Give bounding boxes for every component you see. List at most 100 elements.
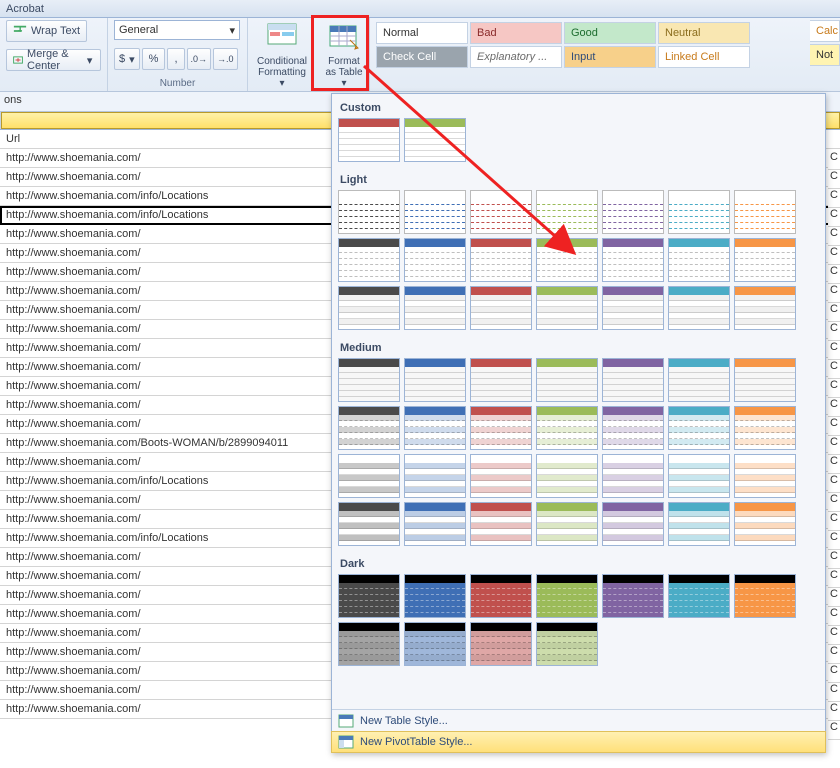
table-style-swatch[interactable] [536, 454, 598, 498]
style-normal[interactable]: Normal [376, 22, 468, 44]
table-style-swatch[interactable] [668, 574, 730, 618]
table-style-swatch[interactable] [404, 406, 466, 450]
table-style-swatch[interactable] [470, 358, 532, 402]
gallery-section-label: Medium [338, 338, 807, 356]
conditional-formatting-button[interactable]: Conditional Formatting ▾ [254, 20, 310, 89]
table-style-swatch[interactable] [470, 286, 532, 330]
currency-button[interactable]: $▾ [114, 48, 140, 70]
decrease-decimal-button[interactable]: →.0 [213, 48, 238, 70]
peek-cell: C [828, 322, 840, 341]
increase-decimal-button[interactable]: .0→ [187, 48, 212, 70]
table-style-swatch[interactable] [602, 358, 664, 402]
format-as-table-button[interactable]: Format as Table ▾ [316, 20, 372, 89]
table-style-swatch[interactable] [338, 406, 400, 450]
wrap-text-icon [13, 24, 27, 38]
table-style-swatch[interactable] [602, 286, 664, 330]
peek-cell: C [828, 588, 840, 607]
table-style-swatch[interactable] [338, 286, 400, 330]
gallery-footer: New Table Style... New PivotTable Style.… [332, 709, 825, 752]
new-pivottable-style-button[interactable]: New PivotTable Style... [331, 731, 826, 753]
table-style-swatch[interactable] [668, 406, 730, 450]
number-format-select[interactable]: General ▾ [114, 20, 240, 40]
table-style-swatch[interactable] [470, 502, 532, 546]
table-style-swatch[interactable] [668, 454, 730, 498]
table-style-swatch[interactable] [734, 190, 796, 234]
table-style-swatch[interactable] [536, 238, 598, 282]
style-neutral[interactable]: Neutral [658, 22, 750, 44]
peek-cell: C [828, 645, 840, 664]
table-style-swatch[interactable] [338, 238, 400, 282]
table-style-swatch[interactable] [536, 190, 598, 234]
table-style-swatch[interactable] [470, 454, 532, 498]
peek-cell: C [828, 455, 840, 474]
table-style-swatch[interactable] [668, 190, 730, 234]
table-style-swatch[interactable] [734, 358, 796, 402]
table-style-swatch[interactable] [404, 358, 466, 402]
table-style-swatch[interactable] [404, 190, 466, 234]
table-style-swatch[interactable] [602, 238, 664, 282]
cell-styles-group: Normal Bad Good Neutral Check Cell Expla… [370, 18, 840, 91]
comma-button[interactable]: , [167, 48, 184, 70]
new-table-style-button[interactable]: New Table Style... [332, 710, 825, 732]
table-style-swatch[interactable] [734, 286, 796, 330]
table-style-swatch[interactable] [734, 454, 796, 498]
table-style-swatch[interactable] [470, 574, 532, 618]
table-style-swatch[interactable] [470, 238, 532, 282]
table-style-swatch[interactable] [338, 358, 400, 402]
style-explanatory[interactable]: Explanatory ... [470, 46, 562, 68]
style-check-cell[interactable]: Check Cell [376, 46, 468, 68]
style-calculation[interactable]: Calc [810, 20, 840, 42]
style-bad[interactable]: Bad [470, 22, 562, 44]
gallery-section-label: Dark [338, 554, 807, 572]
table-style-swatch[interactable] [668, 238, 730, 282]
table-style-swatch[interactable] [338, 190, 400, 234]
table-style-swatch[interactable] [602, 406, 664, 450]
table-style-swatch[interactable] [404, 574, 466, 618]
gallery-grid [338, 116, 807, 170]
table-style-swatch[interactable] [734, 406, 796, 450]
table-style-swatch[interactable] [734, 502, 796, 546]
table-style-swatch[interactable] [338, 502, 400, 546]
table-style-swatch[interactable] [404, 622, 466, 666]
table-style-swatch[interactable] [668, 358, 730, 402]
table-style-swatch[interactable] [602, 190, 664, 234]
table-style-swatch[interactable] [470, 190, 532, 234]
style-input[interactable]: Input [564, 46, 656, 68]
table-style-swatch[interactable] [536, 502, 598, 546]
table-style-swatch[interactable] [404, 454, 466, 498]
table-style-swatch[interactable] [404, 238, 466, 282]
merge-center-button[interactable]: Merge & Center ▾ [6, 49, 101, 71]
ribbon: Wrap Text Merge & Center ▾ General ▾ $▾ … [0, 18, 840, 92]
table-style-swatch[interactable] [404, 118, 466, 162]
style-note[interactable]: Not [810, 44, 840, 66]
gallery-scroll[interactable]: CustomLightMediumDark [332, 94, 825, 709]
wrap-text-button[interactable]: Wrap Text [6, 20, 87, 42]
number-group: General ▾ $▾ % , .0→ →.0 Number [108, 18, 248, 91]
table-style-swatch[interactable] [536, 286, 598, 330]
table-style-swatch[interactable] [668, 502, 730, 546]
table-style-swatch[interactable] [536, 622, 598, 666]
style-good[interactable]: Good [564, 22, 656, 44]
table-style-swatch[interactable] [404, 502, 466, 546]
table-style-swatch[interactable] [536, 574, 598, 618]
peek-cell: C [828, 683, 840, 702]
table-style-swatch[interactable] [404, 286, 466, 330]
table-style-swatch[interactable] [602, 454, 664, 498]
table-style-swatch[interactable] [602, 574, 664, 618]
gallery-grid [338, 356, 807, 554]
table-style-swatch[interactable] [338, 118, 400, 162]
table-style-swatch[interactable] [470, 622, 532, 666]
peek-cell: C [828, 246, 840, 265]
table-style-swatch[interactable] [734, 574, 796, 618]
table-style-swatch[interactable] [338, 574, 400, 618]
style-linked-cell[interactable]: Linked Cell [658, 46, 750, 68]
table-style-swatch[interactable] [338, 454, 400, 498]
table-style-swatch[interactable] [668, 286, 730, 330]
table-style-swatch[interactable] [470, 406, 532, 450]
table-style-swatch[interactable] [734, 238, 796, 282]
table-style-swatch[interactable] [536, 406, 598, 450]
table-style-swatch[interactable] [536, 358, 598, 402]
table-style-swatch[interactable] [602, 502, 664, 546]
table-style-swatch[interactable] [338, 622, 400, 666]
percent-button[interactable]: % [142, 48, 166, 70]
